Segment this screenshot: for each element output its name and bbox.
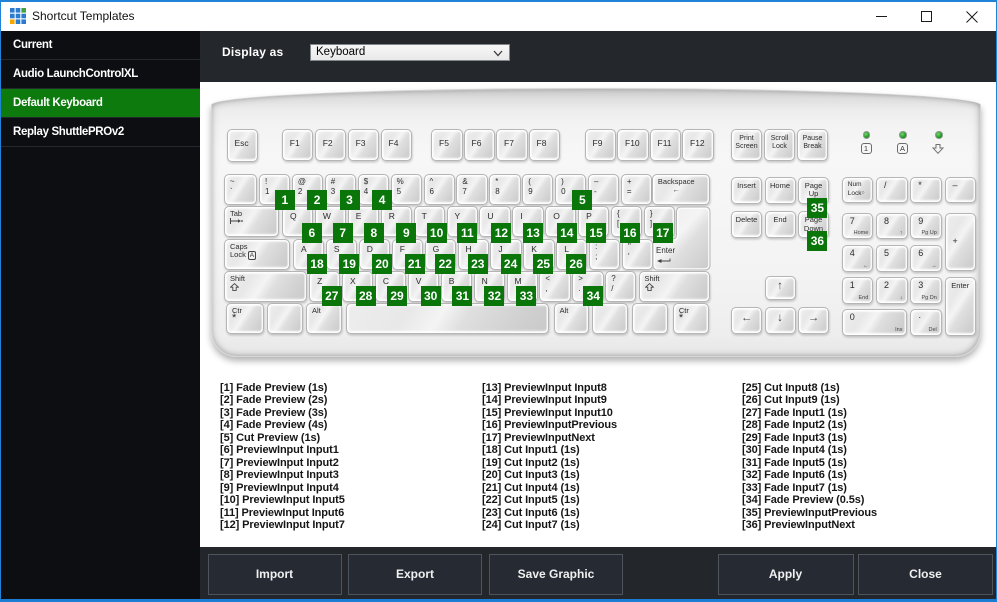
- svg-text:Enter: Enter: [656, 246, 675, 255]
